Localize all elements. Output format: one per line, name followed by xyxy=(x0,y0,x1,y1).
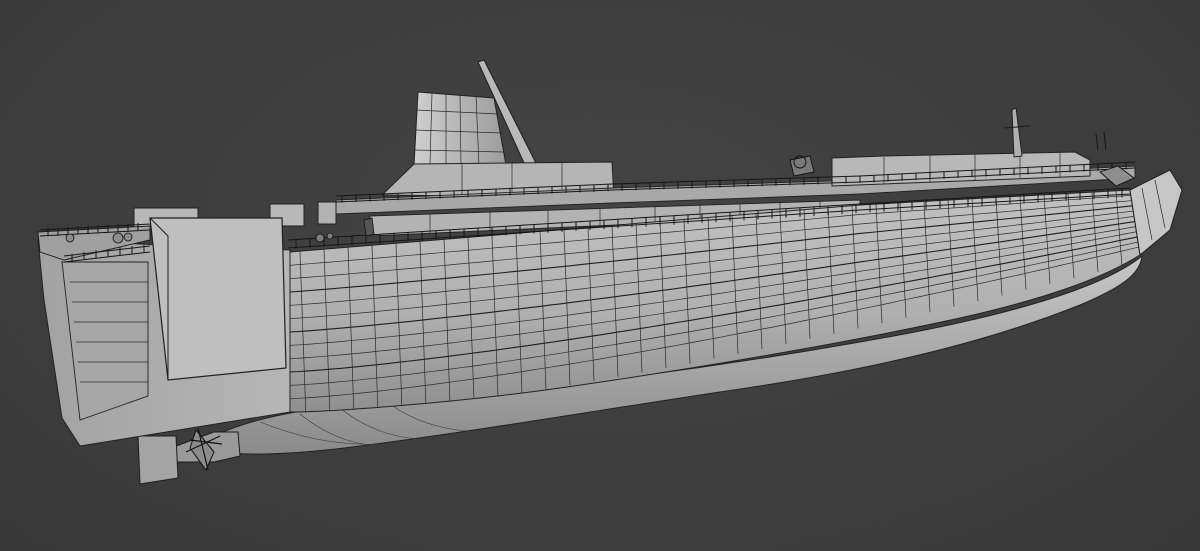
rudder xyxy=(137,435,179,485)
3d-viewport[interactable] xyxy=(0,0,1200,551)
stern xyxy=(37,217,291,447)
ship-model-wireframe[interactable] xyxy=(0,0,1200,551)
